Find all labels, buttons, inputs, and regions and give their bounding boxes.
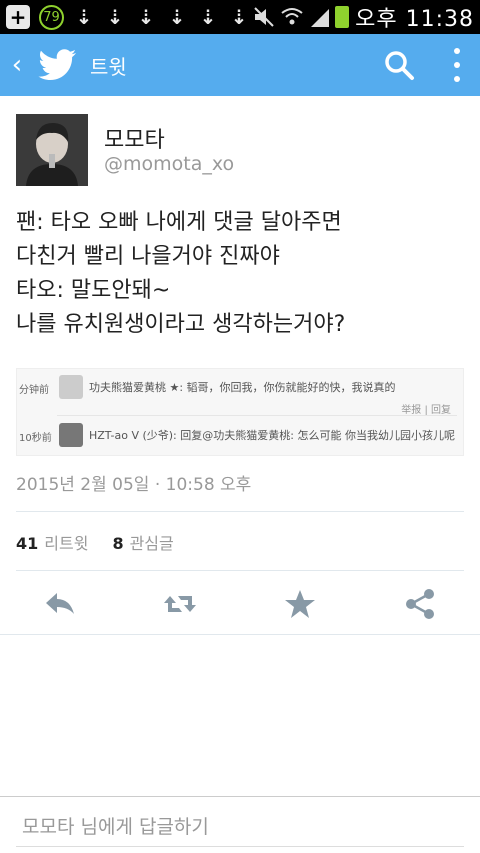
status-bar: + 79 ⇣ ⇣ ⇣ ⇣ ⇣ ⇣ 오후 11:38 (0, 0, 480, 34)
page-title: 트윗 (90, 54, 127, 79)
reply-input[interactable]: 모모타 님에게 답글하기 (16, 807, 464, 847)
comment-text: HZT-ao V (少爷): 回复@功夫熊猫爱黄桃: 怎么可能 你当我幼儿园小孩… (89, 429, 455, 442)
favorite-count[interactable]: 8 (112, 534, 123, 553)
avatar[interactable] (16, 114, 88, 186)
back-chevron-icon[interactable]: ‹ (2, 50, 32, 80)
app-bar: ‹ 트윗 (0, 34, 480, 96)
comment-avatar (59, 375, 83, 399)
battery-icon (335, 6, 350, 28)
star-icon[interactable] (282, 586, 318, 622)
divider (16, 511, 464, 512)
comment-row: 10秒前 HZT-ao V (少爷): 回复@功夫熊猫爱黄桃: 怎么可能 你当我… (17, 419, 465, 453)
share-icon[interactable] (402, 586, 438, 622)
tweet-stats: 41 리트윗 8 관심글 (16, 530, 174, 554)
mute-icon (254, 7, 274, 27)
tweet-text: 팬: 타오 오빠 나에게 댓글 달아주면 다친거 빨리 나을거야 진짜야 타오:… (16, 206, 464, 342)
comment-text: 功夫熊猫爱黄桃 ★: 韬哥，你回我，你伤就能好的快，我说真的 (89, 381, 396, 394)
tweet-line: 팬: 타오 오빠 나에게 댓글 달아주면 (16, 210, 342, 235)
comment-actions: 举报 | 回复 (401, 405, 451, 416)
plus-notification-icon: + (6, 5, 30, 29)
reply-icon[interactable] (42, 586, 78, 622)
download-icon: ⇣ (75, 5, 93, 29)
clock: 오후 11:38 (355, 7, 474, 32)
download-icon: ⇣ (106, 5, 124, 29)
reply-bar: 모모타 님에게 답글하기 (0, 796, 480, 853)
retweet-icon[interactable] (162, 586, 198, 622)
download-icon: ⇣ (137, 5, 155, 29)
wifi-icon (281, 8, 303, 25)
download-icon: ⇣ (168, 5, 186, 29)
tweet-timestamp: 2015년 2월 05일 · 10:58 오후 (16, 475, 252, 495)
comment-row: 分钟前 功夫熊猫爱黄桃 ★: 韬哥，你回我，你伤就能好的快，我说真的 举报 | … (17, 371, 465, 416)
comment-time: 10秒前 (19, 433, 52, 444)
tweet-line: 나를 유치원생이라고 생각하는거야? (16, 312, 346, 337)
overflow-menu-icon[interactable] (450, 48, 464, 82)
tweet-line: 다친거 빨리 나을거야 진짜야 (16, 244, 280, 269)
comment-avatar (59, 423, 83, 447)
divider (16, 570, 464, 571)
download-icon: ⇣ (230, 5, 248, 29)
tweet-image[interactable]: 分钟前 功夫熊猫爱黄桃 ★: 韬哥，你回我，你伤就能好的快，我说真的 举报 | … (16, 368, 464, 456)
user-handle[interactable]: @momota_xo (104, 153, 234, 175)
comment-time: 分钟前 (19, 385, 49, 396)
retweet-count[interactable]: 41 (16, 534, 38, 553)
badge-count: 79 (39, 4, 64, 30)
search-icon[interactable] (382, 48, 416, 82)
tweet-line: 타오: 말도안돼~ (16, 278, 171, 303)
retweet-label[interactable]: 리트윗 (44, 530, 88, 554)
twitter-bird-icon[interactable] (38, 48, 78, 82)
favorite-label[interactable]: 관심글 (130, 530, 174, 554)
tweet-actions (0, 580, 480, 626)
divider (0, 634, 480, 635)
display-name[interactable]: 모모타 (104, 122, 165, 154)
divider (57, 415, 457, 416)
download-icon: ⇣ (199, 5, 217, 29)
signal-icon (311, 9, 330, 27)
